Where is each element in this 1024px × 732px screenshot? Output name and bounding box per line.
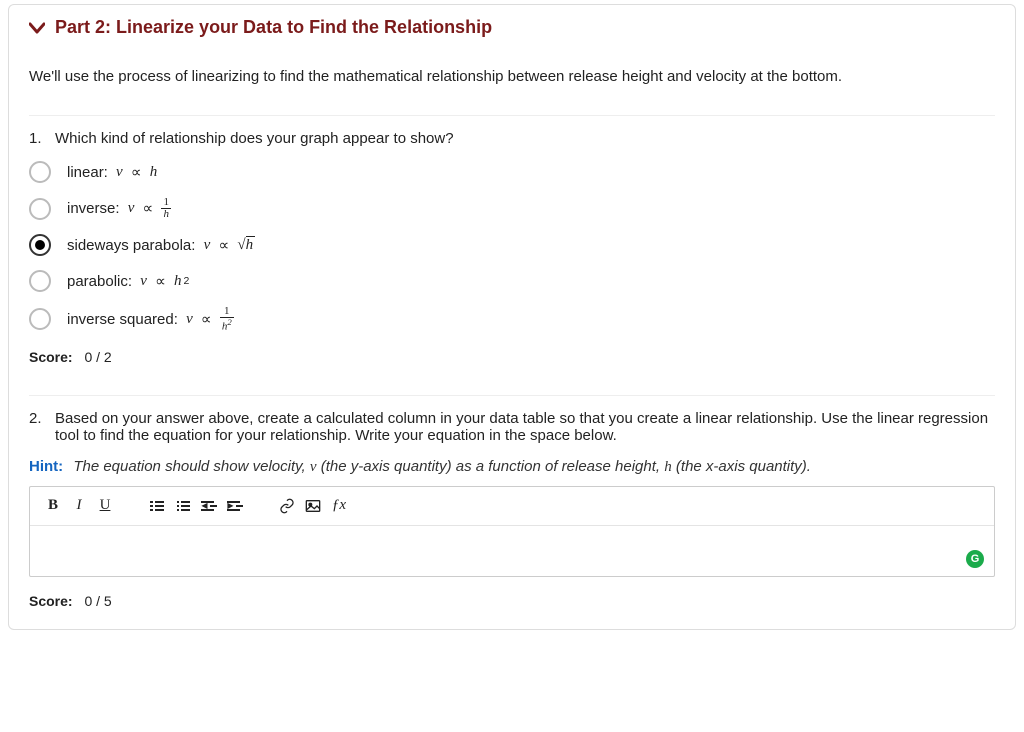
option-linear[interactable]: linear: v ∝ h — [29, 161, 995, 183]
option-inverse-squared[interactable]: inverse squared: v ∝ 1h2 — [29, 306, 995, 333]
question-1: 1. Which kind of relationship does your … — [29, 115, 995, 365]
radio-icon — [29, 270, 51, 292]
question-text: Based on your answer above, create a cal… — [55, 410, 995, 444]
grammarly-icon[interactable]: G — [966, 550, 984, 568]
bold-button[interactable]: B — [42, 495, 64, 517]
radio-icon — [29, 198, 51, 220]
chevron-down-icon — [29, 22, 45, 34]
score-value: 0 / 5 — [84, 593, 111, 609]
rich-text-editor: B I U — [29, 486, 995, 577]
radio-group: linear: v ∝ h inverse: v ∝ 1h sideways p… — [29, 161, 995, 333]
option-inverse[interactable]: inverse: v ∝ 1h — [29, 197, 995, 220]
option-sideways-parabola[interactable]: sideways parabola: v ∝ √h — [29, 234, 995, 256]
image-icon[interactable] — [302, 495, 324, 517]
question-2: 2. Based on your answer above, create a … — [29, 395, 995, 609]
formula-icon[interactable]: ƒx — [328, 495, 350, 517]
score-row: Score: 0 / 5 — [29, 593, 995, 609]
radio-icon — [29, 308, 51, 330]
hint-text: The equation should show velocity, v (th… — [73, 458, 811, 475]
score-label: Score: — [29, 593, 73, 609]
hint-label: Hint: — [29, 458, 63, 475]
radio-icon — [29, 161, 51, 183]
option-label: inverse squared: v ∝ 1h2 — [67, 306, 234, 333]
bullet-list-icon[interactable] — [172, 495, 194, 517]
editor-textarea[interactable]: G — [30, 526, 994, 576]
option-label: inverse: v ∝ 1h — [67, 197, 171, 220]
score-row: Score: 0 / 2 — [29, 349, 995, 365]
indent-icon[interactable]: ▶ — [224, 495, 246, 517]
score-label: Score: — [29, 349, 73, 365]
hint-row: Hint: The equation should show velocity,… — [29, 458, 995, 476]
option-label: sideways parabola: v ∝ √h — [67, 236, 255, 255]
intro-text: We'll use the process of linearizing to … — [29, 68, 995, 85]
question-number: 1. — [29, 130, 45, 147]
numbered-list-icon[interactable] — [146, 495, 168, 517]
question-2-prompt: 2. Based on your answer above, create a … — [29, 410, 995, 444]
outdent-icon[interactable]: ◀ — [198, 495, 220, 517]
section-title: Part 2: Linearize your Data to Find the … — [55, 17, 492, 38]
option-parabolic[interactable]: parabolic: v ∝ h2 — [29, 270, 995, 292]
section-header[interactable]: Part 2: Linearize your Data to Find the … — [29, 17, 995, 38]
underline-button[interactable]: U — [94, 495, 116, 517]
editor-toolbar: B I U — [30, 487, 994, 526]
radio-icon-selected — [29, 234, 51, 256]
question-text: Which kind of relationship does your gra… — [55, 130, 454, 147]
option-label: parabolic: v ∝ h2 — [67, 272, 189, 291]
link-icon[interactable] — [276, 495, 298, 517]
score-value: 0 / 2 — [84, 349, 111, 365]
question-card: Part 2: Linearize your Data to Find the … — [8, 4, 1016, 630]
italic-button[interactable]: I — [68, 495, 90, 517]
question-1-prompt: 1. Which kind of relationship does your … — [29, 130, 995, 147]
option-label: linear: v ∝ h — [67, 163, 157, 182]
question-number: 2. — [29, 410, 45, 444]
